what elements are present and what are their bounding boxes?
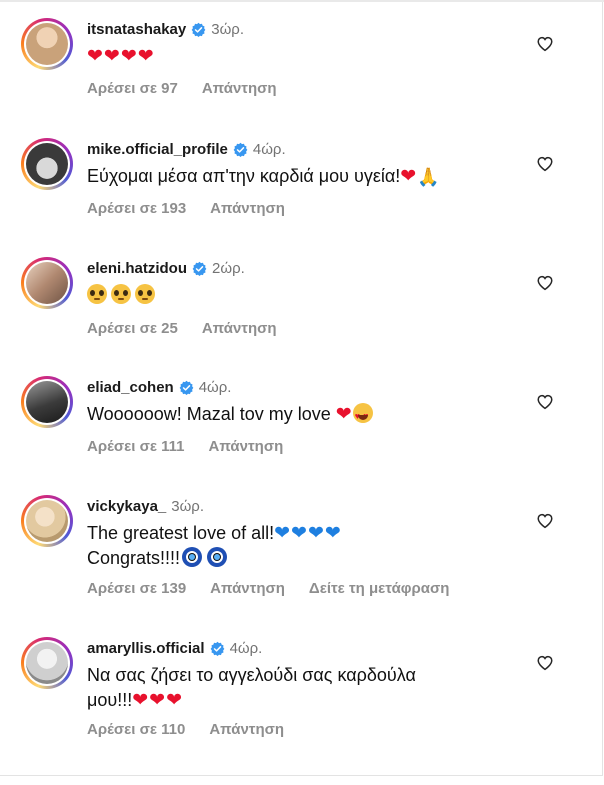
- verified-badge-icon: [179, 380, 194, 395]
- likes-count[interactable]: Αρέσει σε 97: [87, 80, 178, 97]
- comment-text-line2: Congrats!!!!: [87, 548, 181, 568]
- likes-count[interactable]: Αρέσει σε 139: [87, 580, 186, 597]
- comment-text: ❤❤❤❤: [87, 44, 527, 69]
- avatar[interactable]: [21, 257, 73, 309]
- comment-time: 3ώρ.: [211, 20, 244, 38]
- comment-actions: Αρέσει σε 111 Απάντηση: [87, 436, 307, 456]
- comment-text: Να σας ζήσει το αγγελούδι σας καρδούλα μ…: [87, 663, 527, 713]
- username[interactable]: amaryllis.official: [87, 640, 205, 657]
- pleading-face-emoji: [135, 284, 155, 304]
- comment-actions: Αρέσει σε 110 Απάντηση: [87, 719, 308, 739]
- comment-text: Woooooow! Mazal tov my love ❤: [87, 402, 527, 429]
- comment-text-body: Να σας ζήσει το αγγελούδι σας καρδούλα: [87, 665, 416, 685]
- reply-button[interactable]: Απάντηση: [209, 438, 284, 455]
- comment-text: Εύχομαι μέσα απ'την καρδιά μου υγεία!❤🙏: [87, 164, 527, 190]
- comment-time: 4ώρ.: [198, 378, 232, 396]
- nazar-amulet-emoji: [207, 547, 228, 567]
- reply-button[interactable]: Απάντηση: [202, 320, 277, 337]
- avatar[interactable]: [21, 637, 73, 689]
- comment-actions: Αρέσει σε 193 Απάντηση: [87, 198, 309, 218]
- comment-text: The greatest love of all!❤❤❤❤ Congrats!!…: [87, 521, 527, 571]
- avatar[interactable]: [21, 138, 73, 190]
- username[interactable]: vickykaya_: [87, 498, 166, 515]
- likes-count[interactable]: Αρέσει σε 110: [87, 721, 185, 738]
- likes-count[interactable]: Αρέσει σε 111: [87, 438, 185, 455]
- comment-time: 4ώρ.: [252, 140, 286, 158]
- comment-text-body: The greatest love of all!: [87, 523, 275, 543]
- folded-hands-emoji: 🙏: [417, 167, 440, 187]
- comment-time: 4ώρ.: [229, 639, 263, 657]
- comment-actions: Αρέσει σε 139 Απάντηση Δείτε τη μετάφρασ…: [87, 578, 473, 598]
- comment-text-body: Εύχομαι μέσα απ'την καρδιά μου υγεία!: [87, 166, 401, 186]
- comment-text-line2: μου!!!: [87, 690, 133, 710]
- username[interactable]: eliad_cohen: [87, 379, 174, 396]
- avatar-photo: [26, 143, 68, 185]
- heart-outline-icon[interactable]: [536, 393, 554, 411]
- avatar-photo: [26, 642, 68, 684]
- red-heart-emoji: ❤❤❤: [132, 690, 183, 711]
- blue-heart-emoji: ❤❤❤❤: [274, 523, 342, 544]
- comments-panel: itsnatashakay 3ώρ. ❤❤❤❤ Αρέσει σε 97 Απά…: [0, 0, 604, 776]
- username[interactable]: eleni.hatzidou: [87, 260, 187, 277]
- red-heart-emoji: ❤: [335, 404, 353, 425]
- avatar-photo: [26, 262, 68, 304]
- comment-actions: Αρέσει σε 25 Απάντηση: [87, 318, 301, 338]
- reply-button[interactable]: Απάντηση: [210, 580, 285, 597]
- avatar-photo: [26, 500, 68, 542]
- reply-button[interactable]: Απάντηση: [209, 721, 284, 738]
- see-translation-button[interactable]: Δείτε τη μετάφραση: [309, 580, 450, 597]
- heart-outline-icon[interactable]: [536, 155, 554, 173]
- nazar-amulet-emoji: [182, 547, 203, 567]
- heart-eyes-emoji: [352, 403, 373, 429]
- avatar[interactable]: [21, 18, 73, 70]
- heart-outline-icon[interactable]: [536, 274, 554, 292]
- red-heart-emoji: ❤❤❤❤: [87, 46, 155, 67]
- verified-badge-icon: [233, 142, 248, 157]
- pleading-face-emoji: [111, 284, 131, 304]
- pleading-face-emoji: [87, 284, 107, 304]
- verified-badge-icon: [192, 261, 207, 276]
- heart-outline-icon[interactable]: [536, 35, 554, 53]
- verified-badge-icon: [191, 22, 206, 37]
- red-heart-emoji: ❤: [400, 166, 418, 187]
- avatar-photo: [26, 23, 68, 65]
- likes-count[interactable]: Αρέσει σε 193: [87, 200, 186, 217]
- avatar[interactable]: [21, 495, 73, 547]
- verified-badge-icon: [210, 641, 224, 656]
- username[interactable]: mike.official_profile: [87, 141, 228, 158]
- reply-button[interactable]: Απάντηση: [210, 200, 285, 217]
- likes-count[interactable]: Αρέσει σε 25: [87, 320, 178, 337]
- avatar[interactable]: [21, 376, 73, 428]
- avatar-photo: [26, 381, 68, 423]
- top-divider: [0, 0, 604, 2]
- comment-time: 3ώρ.: [171, 497, 205, 515]
- reply-button[interactable]: Απάντηση: [202, 80, 277, 97]
- heart-outline-icon[interactable]: [536, 654, 554, 672]
- comment-time: 2ώρ.: [212, 259, 245, 277]
- comment-text-body: Woooooow! Mazal tov my love: [87, 404, 331, 424]
- comment-text: [87, 283, 527, 308]
- username[interactable]: itsnatashakay: [87, 21, 186, 38]
- heart-outline-icon[interactable]: [536, 512, 554, 530]
- comment-actions: Αρέσει σε 97 Απάντηση: [87, 78, 301, 98]
